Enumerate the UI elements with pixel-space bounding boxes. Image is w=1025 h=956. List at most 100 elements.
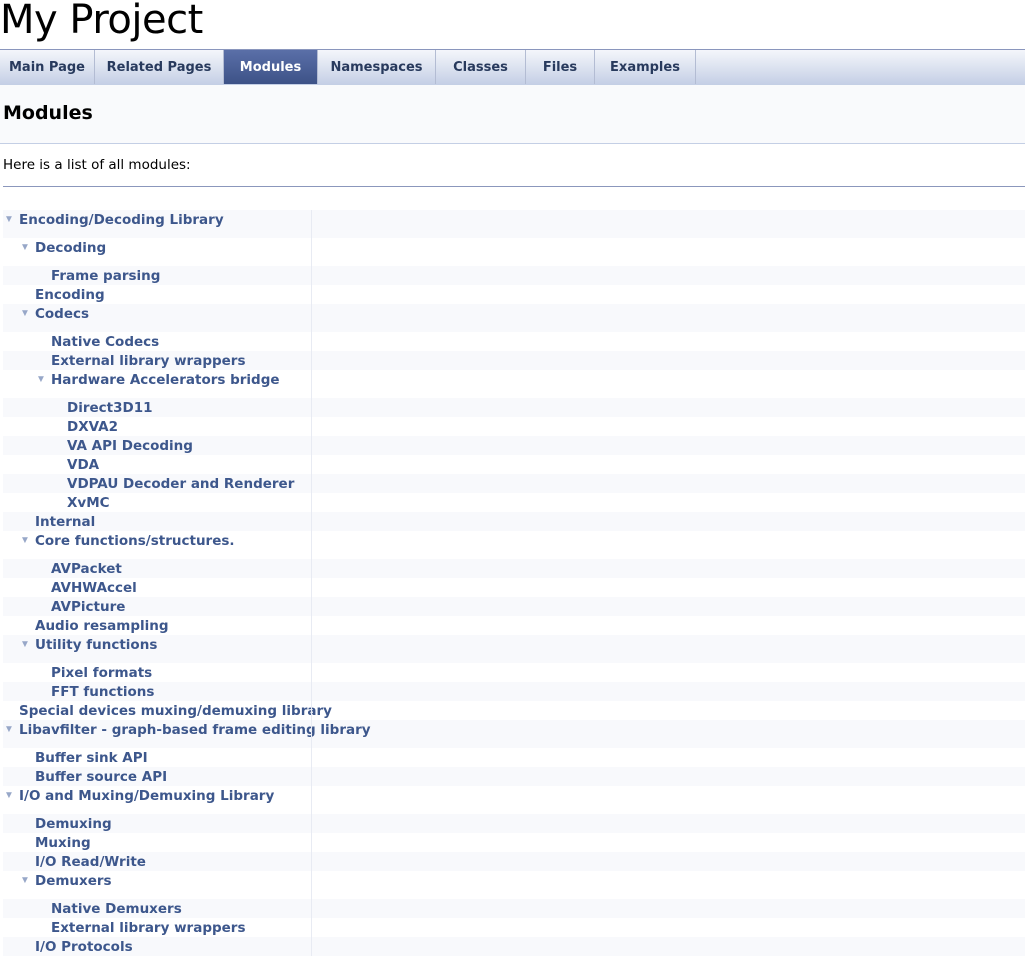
module-link[interactable]: AVPacket xyxy=(51,561,122,577)
tab-classes[interactable]: Classes xyxy=(436,50,526,84)
expand-arrow-icon[interactable]: ▼ xyxy=(20,874,30,888)
module-link[interactable]: DXVA2 xyxy=(67,419,118,435)
tab-main-page[interactable]: Main Page xyxy=(0,50,95,84)
module-link[interactable]: Direct3D11 xyxy=(67,400,153,416)
tree-row: Muxing xyxy=(3,833,1025,852)
module-link[interactable]: External library wrappers xyxy=(51,353,246,369)
tree-row: Buffer source API xyxy=(3,767,1025,786)
column-separator xyxy=(311,417,312,436)
module-link[interactable]: Audio resampling xyxy=(35,618,169,634)
expand-arrow-icon[interactable]: ▼ xyxy=(4,723,14,737)
module-link[interactable]: Libavfilter - graph-based frame editing … xyxy=(19,722,371,738)
module-link[interactable]: AVPicture xyxy=(51,599,125,615)
tab-namespaces[interactable]: Namespaces xyxy=(318,50,436,84)
column-separator xyxy=(311,786,312,814)
tree-row: AVPacket xyxy=(3,559,1025,578)
column-separator xyxy=(311,436,312,455)
column-separator xyxy=(311,285,312,304)
column-separator xyxy=(311,833,312,852)
tree-row: Buffer sink API xyxy=(3,748,1025,767)
tree-row: Native Codecs xyxy=(3,332,1025,351)
module-link[interactable]: Hardware Accelerators bridge xyxy=(51,372,280,388)
tab-related-pages[interactable]: Related Pages xyxy=(95,50,224,84)
expand-arrow-icon[interactable]: ▼ xyxy=(20,241,30,255)
tab-examples[interactable]: Examples xyxy=(595,50,696,84)
module-link[interactable]: Native Demuxers xyxy=(51,901,182,917)
module-link[interactable]: Encoding xyxy=(35,287,105,303)
column-separator xyxy=(311,748,312,767)
expand-arrow-icon[interactable]: ▼ xyxy=(20,638,30,652)
module-link[interactable]: XvMC xyxy=(67,495,110,511)
module-link[interactable]: Demuxing xyxy=(35,816,112,832)
module-link[interactable]: Utility functions xyxy=(35,637,157,653)
module-link[interactable]: Special devices muxing/demuxing library xyxy=(19,703,332,719)
project-name: My Project xyxy=(0,0,203,43)
module-link[interactable]: Decoding xyxy=(35,240,106,256)
column-separator xyxy=(311,899,312,918)
module-link[interactable]: VDA xyxy=(67,457,99,473)
module-link[interactable]: FFT functions xyxy=(51,684,154,700)
expand-arrow-icon[interactable]: ▼ xyxy=(4,213,14,227)
column-separator xyxy=(311,852,312,871)
column-separator xyxy=(311,512,312,531)
column-separator xyxy=(311,531,312,559)
column-separator xyxy=(311,616,312,635)
column-separator xyxy=(311,493,312,512)
module-link[interactable]: Native Codecs xyxy=(51,334,159,350)
tree-row: External library wrappers xyxy=(3,918,1025,937)
module-link[interactable]: Buffer source API xyxy=(35,769,167,785)
module-link[interactable]: Encoding/Decoding Library xyxy=(19,212,224,228)
tab-modules[interactable]: Modules xyxy=(224,50,318,84)
tab-files[interactable]: Files xyxy=(526,50,595,84)
tree-row: External library wrappers xyxy=(3,351,1025,370)
module-link[interactable]: Muxing xyxy=(35,835,91,851)
divider xyxy=(3,186,1025,187)
tree-row: ▼ Core functions/structures. xyxy=(3,531,1025,559)
tree-row: ▼ Codecs xyxy=(3,304,1025,332)
column-separator xyxy=(311,814,312,833)
tree-row: Native Demuxers xyxy=(3,899,1025,918)
tree-row: DXVA2 xyxy=(3,417,1025,436)
module-link[interactable]: Demuxers xyxy=(35,873,112,889)
column-separator xyxy=(311,635,312,663)
module-link[interactable]: I/O and Muxing/Demuxing Library xyxy=(19,788,274,804)
module-link[interactable]: Pixel formats xyxy=(51,665,152,681)
tree-row: AVPicture xyxy=(3,597,1025,616)
module-link[interactable]: VDPAU Decoder and Renderer xyxy=(67,476,294,492)
module-link[interactable]: Frame parsing xyxy=(51,268,160,284)
intro-text: Here is a list of all modules: xyxy=(3,157,191,173)
tree-row: ▼ Hardware Accelerators bridge xyxy=(3,370,1025,398)
module-link[interactable]: Buffer sink API xyxy=(35,750,148,766)
expand-arrow-icon[interactable]: ▼ xyxy=(20,534,30,548)
tree-row: VA API Decoding xyxy=(3,436,1025,455)
module-link[interactable]: I/O Protocols xyxy=(35,939,133,955)
tree-row: ▼ Demuxers xyxy=(3,871,1025,899)
column-separator xyxy=(311,332,312,351)
tree-row: ▼ Decoding xyxy=(3,238,1025,266)
column-separator xyxy=(311,210,312,238)
tree-row: ▼ Utility functions xyxy=(3,635,1025,663)
tree-row: Encoding xyxy=(3,285,1025,304)
tree-row: ▼ Libavfilter - graph-based frame editing… xyxy=(3,720,1025,748)
column-separator xyxy=(311,767,312,786)
column-separator xyxy=(311,918,312,937)
module-link[interactable]: Internal xyxy=(35,514,95,530)
page-title: Modules xyxy=(3,102,93,124)
tree-row: Audio resampling xyxy=(3,616,1025,635)
module-link[interactable]: Core functions/structures. xyxy=(35,533,235,549)
module-link[interactable]: External library wrappers xyxy=(51,920,246,936)
module-link[interactable]: I/O Read/Write xyxy=(35,854,146,870)
tree-row: XvMC xyxy=(3,493,1025,512)
expand-arrow-icon[interactable]: ▼ xyxy=(20,307,30,321)
tree-row: Frame parsing xyxy=(3,266,1025,285)
module-link[interactable]: AVHWAccel xyxy=(51,580,137,596)
page-header: Modules xyxy=(0,85,1025,144)
tree-row: ▼ Encoding/Decoding Library xyxy=(3,210,1025,238)
nav-tabs: Main Page Related Pages Modules Namespac… xyxy=(0,49,1025,85)
tree-row: I/O Read/Write xyxy=(3,852,1025,871)
tree-row: Pixel formats xyxy=(3,663,1025,682)
expand-arrow-icon[interactable]: ▼ xyxy=(36,373,46,387)
module-link[interactable]: VA API Decoding xyxy=(67,438,193,454)
expand-arrow-icon[interactable]: ▼ xyxy=(4,789,14,803)
module-link[interactable]: Codecs xyxy=(35,306,89,322)
